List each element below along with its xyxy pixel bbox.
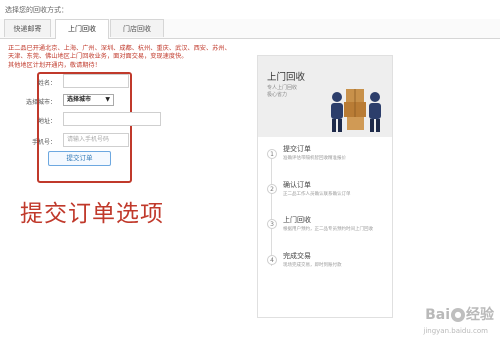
watermark-brand-left: Bai [425, 307, 450, 323]
process-panel: 上门回收 专人上门回收 极心省力 1 提交订单 准确评估带隔机智回收精准报价 2… [257, 55, 393, 318]
tab-express[interactable]: 快递邮寄 [4, 19, 51, 37]
step-title: 提交订单 [283, 145, 311, 153]
panel-subtitle-line: 专人上门回收 [267, 85, 298, 91]
watermark-url: jingyan.baidu.com [423, 327, 488, 335]
phone-label: 手机号： [31, 139, 56, 146]
paw-icon: ● [451, 308, 465, 322]
step-desc: 正二品工作人员确认联系确认订单 [283, 192, 351, 197]
step-title: 上门回收 [283, 216, 311, 224]
name-label: 姓名： [37, 80, 56, 87]
panel-subtitle-line: 极心省力 [267, 92, 288, 98]
tab-store[interactable]: 门店回收 [110, 19, 164, 37]
panel-title: 上门回收 [267, 72, 306, 83]
phone-field[interactable]: 请输入手机号码 [63, 133, 129, 147]
tab-home-pickup[interactable]: 上门回收 [55, 19, 109, 39]
panel-subtitle: 专人上门回收 极心省力 [267, 85, 297, 99]
annotation-caption: 提交订单选项 [20, 201, 164, 227]
notice-line: 其他地区计划开通内，敬请期待！ [8, 61, 101, 69]
city-label: 选择城市： [25, 99, 56, 106]
baidu-watermark: Bai ● 经验 [425, 304, 494, 324]
service-notice: 正二品已开通北京、上海、广州、深圳、成都、杭州、重庆、武汉、西安、苏州、 天津、… [8, 45, 240, 70]
step-number: 4 [267, 255, 277, 265]
step-number: 1 [267, 149, 277, 159]
recycle-method-tabs: 快递邮寄 上门回收 门店回收 [0, 19, 500, 39]
steps-connector [271, 151, 272, 266]
panel-hero: 上门回收 专人上门回收 极心省力 [258, 56, 392, 137]
city-select[interactable]: 选择城市 ▼ [63, 94, 114, 106]
delivery-people-illustration [331, 89, 381, 132]
city-select-value: 选择城市 [67, 96, 92, 103]
step-title: 确认订单 [283, 181, 311, 189]
name-field[interactable] [63, 74, 129, 88]
notice-line: 天津、东莞、佛山地区上门回收业务，面对面交易，变现速度快。 [8, 53, 188, 61]
watermark-brand-right: 经验 [466, 307, 494, 323]
step-desc: 现场完成交易，即时到账付款 [283, 263, 342, 268]
address-label: 地址： [37, 118, 56, 125]
step-number: 3 [267, 219, 277, 229]
page-label: 选择您的回收方式： [5, 6, 68, 14]
highlight-box [37, 72, 132, 183]
step-number: 2 [267, 184, 277, 194]
address-field[interactable] [63, 112, 161, 126]
step-desc: 准确评估带隔机智回收精准报价 [283, 156, 346, 161]
chevron-down-icon: ▼ [105, 96, 110, 103]
step-title: 完成交易 [283, 252, 311, 260]
step-desc: 根据用户预约，正二品专员预约时间上门回收 [283, 227, 373, 232]
submit-order-button[interactable]: 提交订单 [48, 151, 111, 166]
